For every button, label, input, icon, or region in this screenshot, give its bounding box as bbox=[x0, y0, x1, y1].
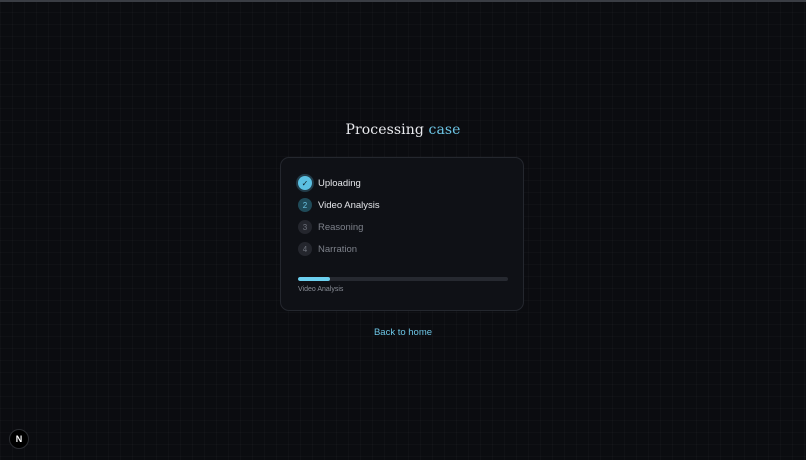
top-border bbox=[0, 0, 806, 2]
page: Processing case ✓ Uploading 2 Video Anal… bbox=[0, 0, 806, 460]
check-icon: ✓ bbox=[298, 176, 312, 190]
step-list: ✓ Uploading 2 Video Analysis 3 Reasoning… bbox=[298, 175, 380, 263]
step-video-analysis: 2 Video Analysis bbox=[298, 197, 380, 213]
step-reasoning: 3 Reasoning bbox=[298, 219, 380, 235]
processing-card: ✓ Uploading 2 Video Analysis 3 Reasoning… bbox=[280, 157, 524, 311]
title-accent: case bbox=[428, 122, 461, 138]
step-narration: 4 Narration bbox=[298, 241, 380, 257]
progress-bar bbox=[298, 277, 508, 281]
step-label: Uploading bbox=[318, 177, 361, 189]
title-prefix: Processing bbox=[345, 122, 424, 138]
step-label: Narration bbox=[318, 243, 358, 255]
step-label: Video Analysis bbox=[318, 199, 380, 211]
back-to-home-link[interactable]: Back to home bbox=[0, 327, 806, 338]
page-title: Processing case bbox=[0, 122, 806, 138]
step-number-badge: 4 bbox=[298, 242, 312, 256]
step-uploading: ✓ Uploading bbox=[298, 175, 380, 191]
step-number-badge: 3 bbox=[298, 220, 312, 234]
step-label: Reasoning bbox=[318, 221, 364, 233]
progress-caption: Video Analysis bbox=[298, 286, 344, 293]
step-number-badge: 2 bbox=[298, 198, 312, 212]
nextjs-logo-icon[interactable]: N bbox=[9, 429, 29, 449]
progress-fill bbox=[298, 277, 330, 281]
